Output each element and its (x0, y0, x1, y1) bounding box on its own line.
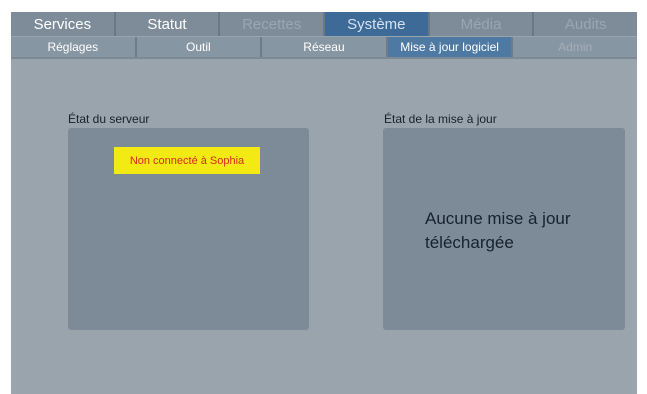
update-status-panel: Aucune mise à jour téléchargée (383, 128, 625, 330)
tab-systeme[interactable]: Système (325, 12, 430, 36)
tab-audits[interactable]: Audits (534, 12, 637, 36)
update-status-title: État de la mise à jour (384, 112, 497, 126)
update-status-message: Aucune mise à jour téléchargée (425, 209, 571, 252)
tab-statut[interactable]: Statut (115, 12, 221, 36)
subtab-outil[interactable]: Outil (137, 37, 263, 57)
tab-divider (11, 57, 637, 59)
connection-status-badge: Non connecté à Sophia (114, 147, 260, 174)
main-tab-bar: Services Statut Recettes Système Média A… (11, 12, 637, 36)
subtab-mise-a-jour-logiciel[interactable]: Mise à jour logiciel (387, 37, 514, 57)
server-status-panel: Non connecté à Sophia (68, 128, 309, 330)
tab-media[interactable]: Média (429, 12, 535, 36)
server-status-title: État du serveur (68, 112, 150, 126)
subtab-reglages[interactable]: Réglages (11, 37, 137, 57)
tab-recettes[interactable]: Recettes (220, 12, 326, 36)
sub-tab-bar: Réglages Outil Réseau Mise à jour logici… (11, 37, 637, 57)
system-screen: Services Statut Recettes Système Média A… (11, 12, 637, 394)
subtab-reseau[interactable]: Réseau (262, 37, 388, 57)
tab-services[interactable]: Services (11, 12, 116, 36)
subtab-admin[interactable]: Admin (513, 37, 637, 57)
